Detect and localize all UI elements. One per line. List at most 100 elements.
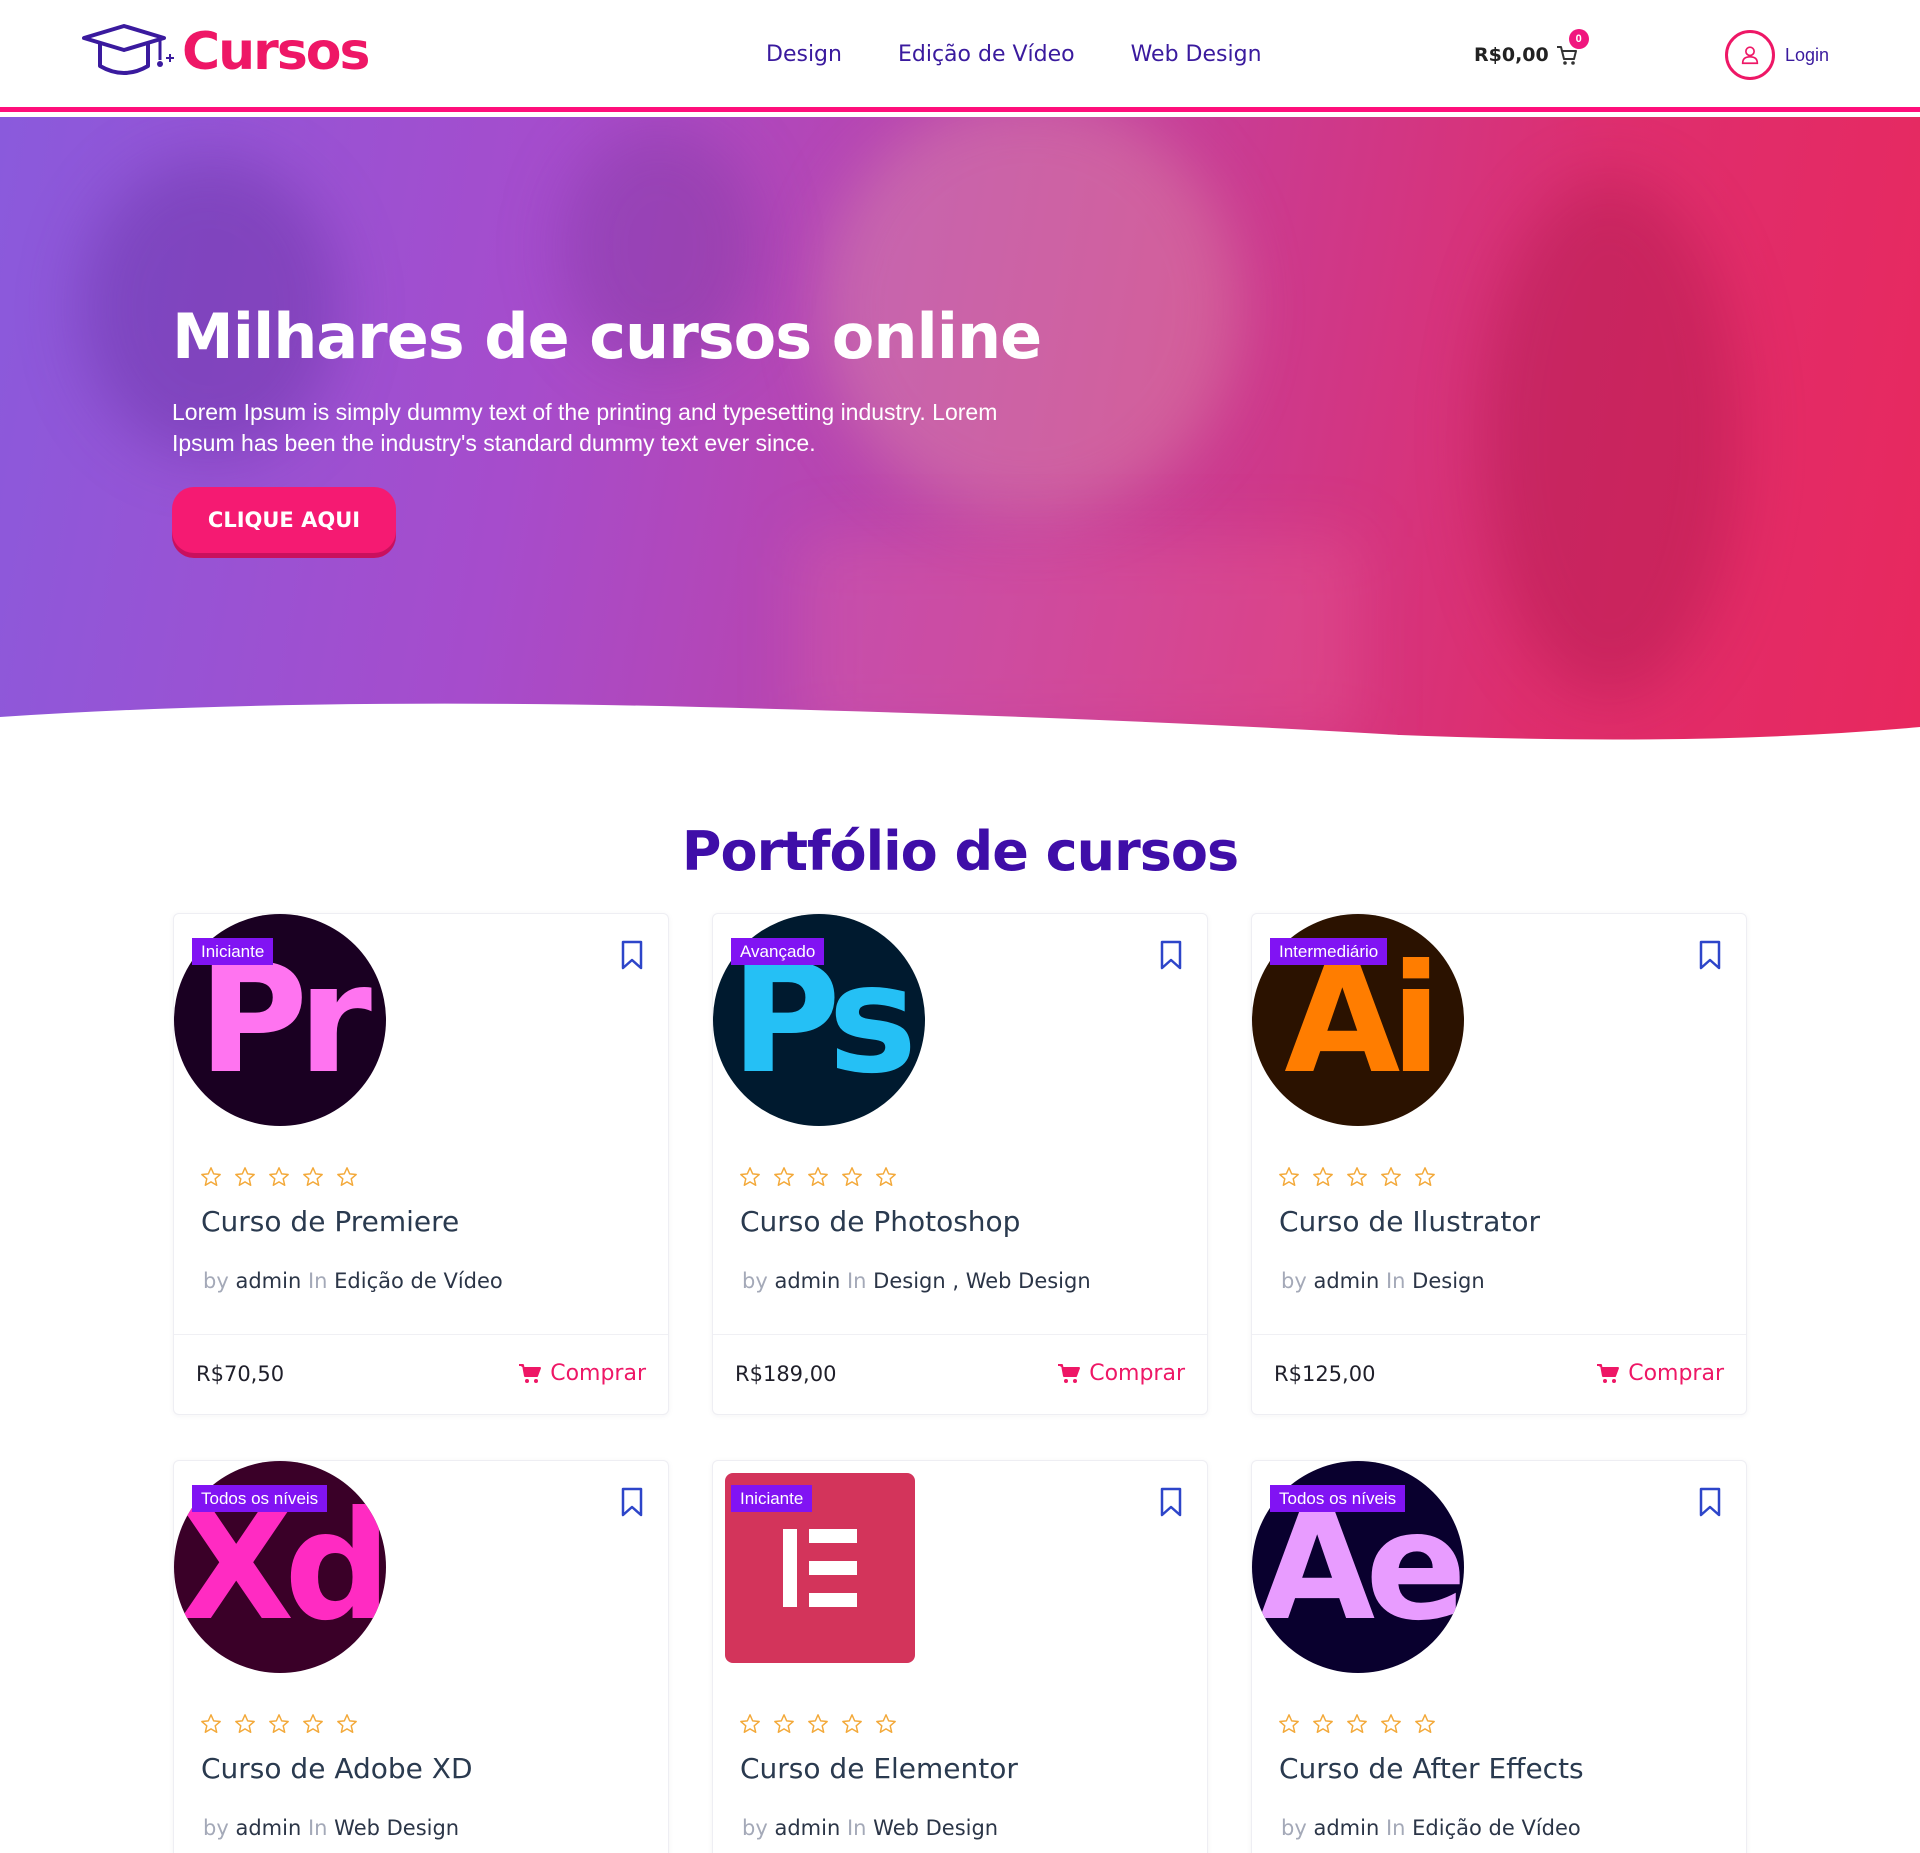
buy-button[interactable]: Comprar [1057, 1359, 1185, 1389]
course-meta: by admin In Design [1281, 1266, 1485, 1296]
star-icon [269, 1167, 289, 1186]
course-category[interactable]: Edição de Vídeo [334, 1269, 503, 1293]
star-icon [808, 1714, 828, 1733]
bookmark-icon[interactable] [620, 940, 644, 970]
site-header: Cursos Design Edição de Vídeo Web Design… [0, 0, 1920, 112]
course-card[interactable]: Ae Todos os níveis Curso de After Effect… [1251, 1460, 1747, 1853]
bookmark-icon[interactable] [1698, 940, 1722, 970]
course-title[interactable]: Curso de After Effects [1279, 1749, 1584, 1789]
bookmark-icon[interactable] [1698, 1487, 1722, 1517]
star-icon [337, 1714, 357, 1733]
meta-by-label: by [203, 1269, 229, 1293]
cart-total: R$0,00 [1474, 44, 1549, 66]
meta-by-label: by [1281, 1816, 1307, 1840]
star-rating [200, 1713, 358, 1735]
card-footer: R$189,00 Comprar [713, 1334, 1207, 1414]
hero-description: Lorem Ipsum is simply dummy text of the … [172, 399, 998, 456]
logo-text: Cursos [182, 22, 370, 82]
card-footer: R$125,00 Comprar [1252, 1334, 1746, 1414]
course-meta: by admin In Design , Web Design [742, 1266, 1091, 1296]
course-category[interactable]: Web Design [334, 1816, 459, 1840]
star-icon [1313, 1714, 1333, 1733]
star-icon [1381, 1167, 1401, 1186]
course-card[interactable]: Iniciante Curso de Elementor by admin In… [712, 1460, 1208, 1853]
user-icon [1725, 30, 1775, 80]
star-icon [1313, 1167, 1333, 1186]
login-label: Login [1785, 44, 1830, 65]
course-card[interactable]: Ai Intermediário Curso de Ilustrator by … [1251, 913, 1747, 1415]
course-category[interactable]: Design [1412, 1269, 1485, 1293]
graduation-cap-icon [82, 24, 174, 75]
star-icon [269, 1714, 289, 1733]
meta-by-label: by [1281, 1269, 1307, 1293]
meta-in-label: In [846, 1269, 867, 1293]
shopping-cart-icon [1058, 1364, 1081, 1383]
level-badge: Todos os níveis [1270, 1485, 1406, 1512]
course-price: R$189,00 [735, 1362, 837, 1386]
course-title[interactable]: Curso de Elementor [740, 1749, 1018, 1789]
star-icon [337, 1167, 357, 1186]
buy-label: Comprar [1089, 1361, 1185, 1386]
star-icon [235, 1714, 255, 1733]
level-badge: Iniciante [192, 938, 274, 965]
bookmark-icon[interactable] [1159, 1487, 1183, 1517]
star-icon [740, 1714, 760, 1733]
course-title[interactable]: Curso de Adobe XD [201, 1749, 473, 1789]
course-card[interactable]: Pr Iniciante Curso de Premiere by admin … [173, 913, 669, 1415]
course-author[interactable]: admin [1313, 1816, 1379, 1840]
meta-in-label: In [307, 1816, 328, 1840]
course-card[interactable]: Ps Avançado Curso de Photoshop by admin … [712, 913, 1208, 1415]
course-author[interactable]: admin [1313, 1269, 1379, 1293]
course-category[interactable]: Web Design [873, 1816, 998, 1840]
level-badge: Avançado [731, 938, 825, 965]
buy-button[interactable]: Comprar [1596, 1359, 1724, 1389]
star-icon [1347, 1714, 1367, 1733]
level-badge: Intermediário [1270, 938, 1388, 965]
course-title[interactable]: Curso de Photoshop [740, 1202, 1020, 1242]
course-meta: by admin In Edição de Vídeo [203, 1266, 503, 1296]
course-author[interactable]: admin [774, 1816, 840, 1840]
bookmark-icon[interactable] [620, 1487, 644, 1517]
hero-banner: Milhares de cursos online Lorem Ipsum is… [0, 117, 1920, 747]
star-icon [740, 1167, 760, 1186]
course-title[interactable]: Curso de Premiere [201, 1202, 459, 1242]
hero-cta-button[interactable]: CLIQUE AQUI [172, 487, 396, 553]
bookmark-icon[interactable] [1159, 940, 1183, 970]
course-title[interactable]: Curso de Ilustrator [1279, 1202, 1540, 1242]
course-author[interactable]: admin [235, 1816, 301, 1840]
site-logo[interactable]: Cursos [80, 22, 370, 82]
login-button[interactable]: Login [1725, 30, 1829, 80]
meta-by-label: by [742, 1269, 768, 1293]
course-author[interactable]: admin [774, 1269, 840, 1293]
course-category[interactable]: Design , Web Design [873, 1269, 1091, 1293]
course-category[interactable]: Edição de Vídeo [1412, 1816, 1581, 1840]
meta-in-label: In [1385, 1816, 1406, 1840]
course-card[interactable]: Xd Todos os níveis Curso de Adobe XD by … [173, 1460, 669, 1853]
star-icon [303, 1714, 323, 1733]
star-icon [842, 1167, 862, 1186]
star-icon [1347, 1167, 1367, 1186]
star-icon [303, 1167, 323, 1186]
star-icon [1279, 1714, 1299, 1733]
section-title: Portfólio de cursos [681, 820, 1239, 883]
star-icon [774, 1714, 794, 1733]
cart-icon: 0 [1555, 29, 1589, 67]
star-icon [808, 1167, 828, 1186]
nav-link-design[interactable]: Design [766, 38, 842, 72]
buy-button[interactable]: Comprar [518, 1359, 646, 1389]
shopping-cart-icon [1597, 1364, 1620, 1383]
nav-link-edicao-de-video[interactable]: Edição de Vídeo [898, 38, 1075, 72]
shopping-cart-icon [519, 1364, 542, 1383]
star-rating [739, 1166, 897, 1188]
star-icon [1381, 1714, 1401, 1733]
nav-link-web-design[interactable]: Web Design [1131, 38, 1262, 72]
buy-label: Comprar [1628, 1361, 1724, 1386]
star-icon [1415, 1714, 1435, 1733]
hero-title: Milhares de cursos online [172, 300, 1042, 373]
course-meta: by admin In Edição de Vídeo [1281, 1813, 1581, 1843]
course-author[interactable]: admin [235, 1269, 301, 1293]
cart-button[interactable]: R$0,00 0 [1474, 29, 1589, 72]
star-rating [1278, 1713, 1436, 1735]
cart-count-badge: 0 [1568, 29, 1589, 49]
meta-by-label: by [742, 1816, 768, 1840]
